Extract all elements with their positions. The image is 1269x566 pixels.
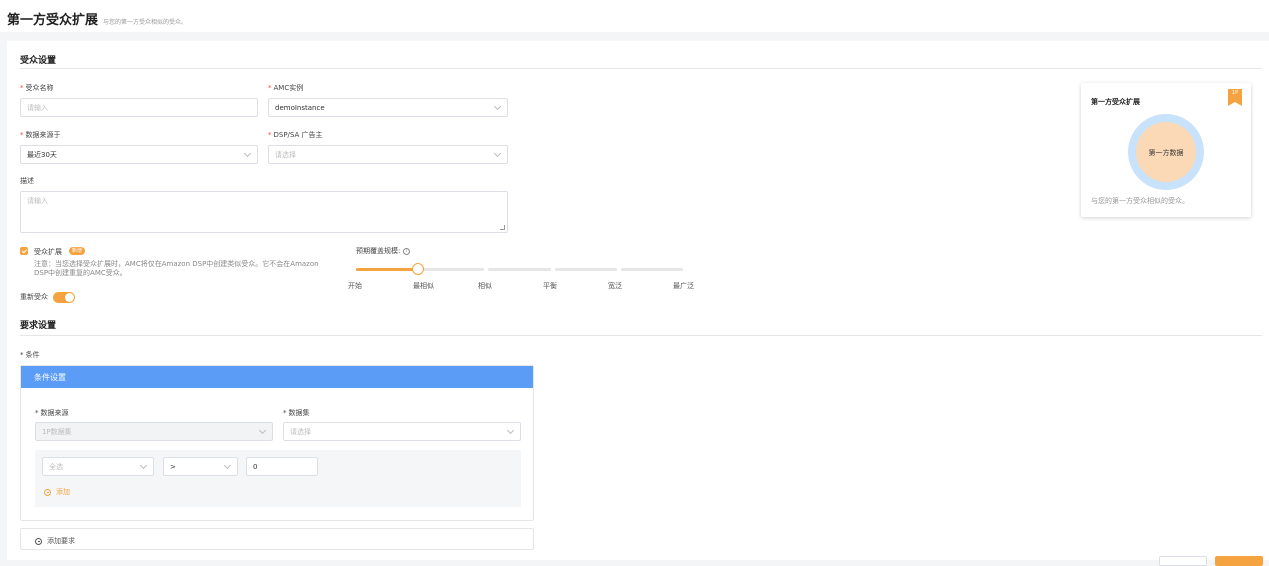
condition-panel-header: 条件设置 [21,366,533,388]
main-card: 受众设置 * 受众名称 请输入 * AMC实例 demoInstance * 数据来源… [7,41,1269,560]
refresh-label: 重新受众 [20,293,48,301]
dataset-label: * 数据集 [283,409,310,417]
reach-tick-label: 宽泛 [608,282,622,290]
expansion-note-line1: 注意：当您选择受众扩展时，AMC将仅在Amazon DSP中创建类似受众。它不会… [34,260,319,268]
condition-label: * 条件 [20,351,40,359]
dataset-select[interactable]: 请选择 [283,422,521,441]
add-requirement-label: 添加要求 [47,537,75,545]
value-input[interactable]: 0 [246,457,318,476]
slider-segment[interactable] [488,268,551,271]
chevron-down-icon [258,426,267,435]
source-label: * 数据来源 [35,409,69,417]
description-label: 描述 [20,177,34,185]
amc-instance-label: * AMC实例 [268,84,304,92]
section-divider [20,68,1262,69]
amc-instance-select[interactable]: demoInstance [268,98,508,117]
preview-caption: 与您的第一方受众相似的受众。 [1091,197,1189,205]
reach-tick-label: 开始 [348,282,362,290]
rule-panel: 全选 > 0 添加 [35,450,521,507]
chevron-down-icon [493,149,502,158]
info-icon[interactable]: i [403,248,411,255]
expansion-note-line2: DSP中创建重复的AMC受众。 [34,269,127,277]
field-select[interactable]: 全选 [42,457,154,476]
source-select: 1P数据集 [35,422,273,441]
submit-button[interactable] [1215,556,1263,566]
slider-handle[interactable] [412,263,425,275]
slider-fill [356,268,419,271]
bookmark-icon: 1P [1228,89,1242,106]
reach-tick-label: 最广泛 [673,282,694,290]
reach-tick-label: 最相似 [413,282,434,290]
reach-label: 预期覆盖规模: i [356,246,411,256]
add-requirement-button[interactable]: 添加要求 [20,528,534,550]
page-title: 第一方受众扩展 [7,13,99,28]
operator-select[interactable]: > [163,457,238,476]
audience-name-input[interactable]: 请输入 [20,98,258,117]
page-header: 第一方受众扩展 与您的第一方受众相似的受众。 [0,0,1269,32]
chevron-down-icon [506,426,515,435]
preview-card: 第一方受众扩展 1P 第一方数据 与您的第一方受众相似的受众。 [1081,83,1251,217]
chevron-down-icon [493,102,502,111]
new-badge: 新增 [69,247,86,255]
slider-segment[interactable] [422,268,485,271]
preview-title: 第一方受众扩展 [1091,98,1140,106]
advertiser-select[interactable]: 请选择 [268,145,508,164]
condition-panel: 条件设置 * 数据来源 1P数据集 * 数据集 请选择 全选 > 0 添加 [20,365,534,521]
data-source-select[interactable]: 最近30天 [20,145,258,164]
cancel-button[interactable] [1159,556,1207,566]
data-source-label: * 数据来源于 [20,131,61,139]
expansion-checkbox[interactable] [20,247,28,255]
chevron-down-icon [223,461,232,470]
advertiser-label: * DSP/SA 广告主 [268,131,323,139]
core-label: 第一方数据 [1149,148,1184,157]
chevron-down-icon [243,149,252,158]
reach-tick-label: 平衡 [543,282,557,290]
plus-circle-icon [44,488,51,496]
audience-name-label: * 受众名称 [20,84,54,92]
refresh-toggle[interactable] [53,292,75,303]
requirement-settings-title: 要求设置 [20,321,57,331]
expansion-label: 受众扩展 [34,248,62,256]
slider-segment[interactable] [620,268,683,271]
section-divider [20,335,1262,336]
plus-circle-icon [35,537,42,545]
page-subtitle: 与您的第一方受众相似的受众。 [103,19,188,26]
reach-slider[interactable] [356,263,683,277]
audience-circle-diagram: 第一方数据 [1128,114,1204,190]
add-rule-button[interactable]: 添加 [44,487,70,497]
slider-segment[interactable] [554,268,617,271]
chevron-down-icon [139,461,148,470]
resize-handle-icon[interactable] [500,225,505,230]
reach-tick-label: 相似 [478,282,492,290]
description-textarea[interactable]: 请输入 [20,191,508,233]
audience-settings-title: 受众设置 [20,56,57,66]
